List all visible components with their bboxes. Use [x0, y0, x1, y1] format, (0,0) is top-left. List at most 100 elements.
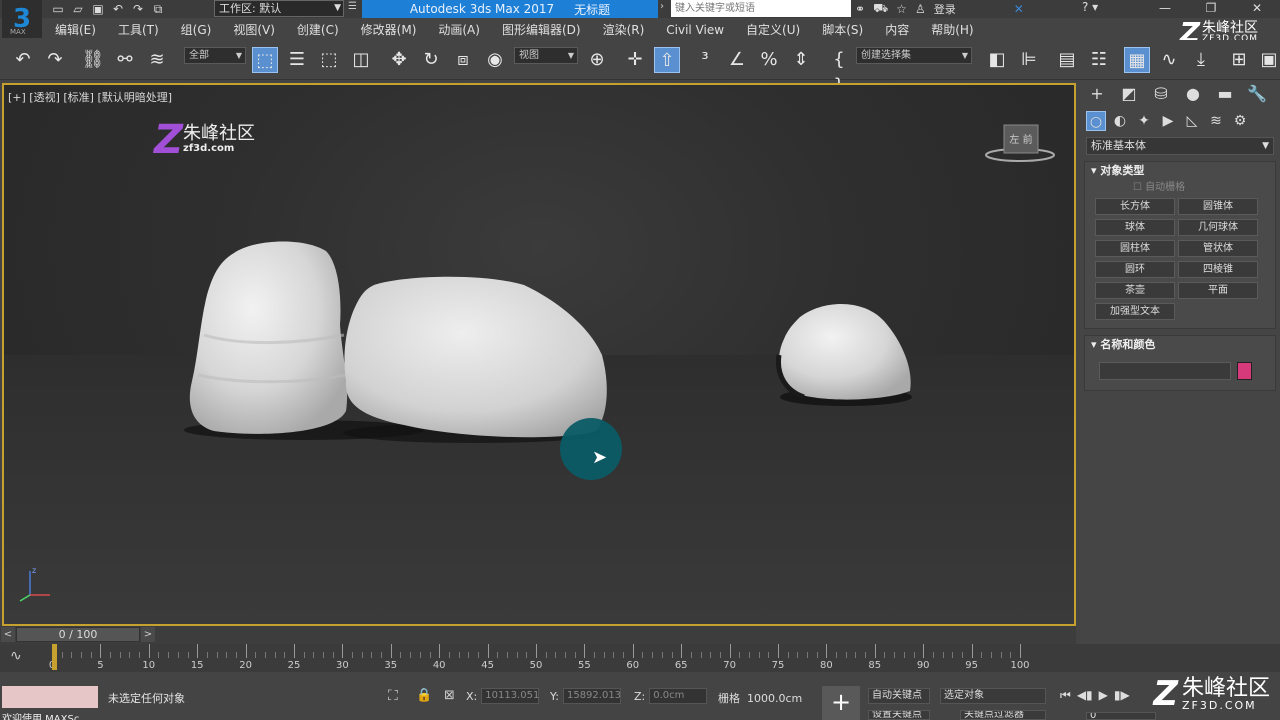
menu-expand-icon[interactable]: ☰: [348, 1, 357, 12]
rotate-icon[interactable]: ↻: [418, 47, 444, 73]
chevron-right-icon[interactable]: ›: [660, 1, 664, 12]
modify-tab-icon[interactable]: ◩: [1118, 83, 1140, 105]
shapes-icon[interactable]: ◐: [1110, 111, 1130, 131]
render-frame-icon[interactable]: ▣: [1256, 47, 1280, 73]
object-name-input[interactable]: [1099, 362, 1231, 380]
systems-icon[interactable]: ⚙: [1230, 111, 1250, 131]
next-frame-icon[interactable]: ▮▶: [1114, 688, 1130, 703]
cameras-icon[interactable]: ▶: [1158, 111, 1178, 131]
redo-icon[interactable]: ↷: [42, 47, 68, 73]
scene-explorer-icon[interactable]: ▤: [1054, 47, 1080, 73]
menu-item[interactable]: 脚本(S): [811, 21, 874, 38]
lock-icon[interactable]: 🔒: [416, 688, 432, 703]
chevron-left-icon[interactable]: <: [1, 627, 15, 642]
current-frame-input[interactable]: 0: [1086, 712, 1156, 720]
menu-item[interactable]: 创建(C): [286, 21, 350, 38]
mirror-icon[interactable]: ◧: [984, 47, 1010, 73]
user-icon[interactable]: ♙: [915, 2, 926, 16]
binoculars-icon[interactable]: ⚭: [855, 2, 865, 16]
primitive-button[interactable]: 长方体: [1095, 198, 1175, 215]
primitive-button[interactable]: 加强型文本: [1095, 303, 1175, 320]
exchange-icon[interactable]: ✕: [1014, 2, 1024, 16]
spinner-snap-icon[interactable]: ⇕: [788, 47, 814, 73]
perspective-viewport[interactable]: [+] [透视] [标准] [默认明暗处理] Z 朱峰社区 zf3d.com 左…: [2, 83, 1076, 626]
select-manipulate-icon[interactable]: ✛: [622, 47, 648, 73]
new-file-icon[interactable]: ▭: [50, 1, 66, 17]
workspace-dropdown[interactable]: 工作区: 默认 ▼: [214, 0, 344, 17]
reference-coordinate-dropdown[interactable]: 视图 ▼: [514, 47, 578, 64]
project-folder-icon[interactable]: ⧉: [150, 1, 166, 17]
geometry-icon[interactable]: ○: [1086, 111, 1106, 131]
auto-key-button[interactable]: 自动关键点: [868, 688, 930, 704]
primitive-button[interactable]: 四棱锥: [1178, 261, 1258, 278]
cart-icon[interactable]: ⛟: [873, 1, 888, 17]
y-coordinate-input[interactable]: 15892.013: [562, 688, 621, 704]
angle-snap-icon[interactable]: ∠: [724, 47, 750, 73]
primitive-button[interactable]: 圆柱体: [1095, 240, 1175, 257]
playhead[interactable]: [52, 644, 57, 670]
menu-item[interactable]: 自定义(U): [735, 21, 811, 38]
time-slider[interactable]: 0 / 100: [16, 627, 140, 642]
display-tab-icon[interactable]: ▬: [1214, 83, 1236, 105]
scale-icon[interactable]: ⧈: [450, 47, 476, 73]
primitive-button[interactable]: 平面: [1178, 282, 1258, 299]
key-mode-dropdown[interactable]: 选定对象: [940, 688, 1046, 704]
track-bar[interactable]: 0510152025303540455055606570758085909510…: [0, 644, 1280, 672]
menu-item[interactable]: 工具(T): [107, 21, 170, 38]
isolate-selection-icon[interactable]: ⛶: [388, 688, 398, 704]
named-selection-set-dropdown[interactable]: 创建选择集 ▼: [856, 47, 972, 64]
placement-icon[interactable]: ◉: [482, 47, 508, 73]
x-coordinate-input[interactable]: 10113.051: [481, 688, 539, 704]
helpers-icon[interactable]: ◺: [1182, 111, 1202, 131]
menu-item[interactable]: 修改器(M): [350, 21, 428, 38]
edit-named-selection-icon[interactable]: { }: [826, 47, 852, 96]
lights-icon[interactable]: ✦: [1134, 111, 1154, 131]
bind-space-warp-icon[interactable]: ≋: [144, 47, 170, 73]
help-icon[interactable]: ? ▾: [1082, 0, 1112, 18]
space-warps-icon[interactable]: ≋: [1206, 111, 1226, 131]
save-file-icon[interactable]: ▣: [90, 1, 106, 17]
viewcube[interactable]: 左 前: [984, 121, 1056, 163]
menu-item[interactable]: 编辑(E): [44, 21, 107, 38]
primitive-button[interactable]: 圆锥体: [1178, 198, 1258, 215]
undo-icon[interactable]: ↶: [10, 47, 36, 73]
window-crossing-icon[interactable]: ◫: [348, 47, 374, 73]
motion-tab-icon[interactable]: ●: [1182, 83, 1204, 105]
redo-icon[interactable]: ↷: [130, 1, 146, 17]
selection-filter-dropdown[interactable]: 全部 ▼: [184, 47, 246, 64]
maxscript-listener[interactable]: [2, 686, 98, 708]
login-label[interactable]: 登录: [934, 1, 956, 17]
menu-item[interactable]: 图形编辑器(D): [491, 21, 592, 38]
primitive-button[interactable]: 几何球体: [1178, 219, 1258, 236]
menu-item[interactable]: 帮助(H): [920, 21, 984, 38]
select-object-button[interactable]: ⬚: [252, 47, 278, 73]
primitive-button[interactable]: 茶壶: [1095, 282, 1175, 299]
ribbon-toggle-icon[interactable]: ▦: [1124, 47, 1150, 73]
object-type-header[interactable]: ▾ 对象类型: [1085, 162, 1275, 180]
menu-item[interactable]: 动画(A): [427, 21, 491, 38]
unlink-icon[interactable]: ⚯: [112, 47, 138, 73]
search-input[interactable]: 键入关键字或短语: [671, 0, 851, 17]
menu-item[interactable]: 渲染(R): [592, 21, 656, 38]
menu-item[interactable]: 内容: [874, 21, 920, 38]
autogrid-checkbox[interactable]: ☐ 自动栅格: [1085, 180, 1275, 196]
rock-object-3[interactable]: [778, 303, 911, 400]
curve-editor-icon[interactable]: ∿: [1156, 47, 1182, 73]
star-icon[interactable]: ☆: [896, 2, 907, 16]
create-tab-icon[interactable]: +: [1086, 83, 1108, 105]
menu-item[interactable]: 视图(V): [222, 21, 286, 38]
select-by-name-icon[interactable]: ☰: [284, 47, 310, 73]
percent-snap-icon[interactable]: %: [756, 47, 782, 73]
menu-item[interactable]: 组(G): [170, 21, 223, 38]
set-key-button[interactable]: +: [822, 686, 860, 720]
z-coordinate-input[interactable]: 0.0cm: [649, 688, 708, 704]
undo-icon[interactable]: ↶: [110, 1, 126, 17]
layer-explorer-icon[interactable]: ☷: [1086, 47, 1112, 73]
geometry-category-dropdown[interactable]: 标准基本体 ▼: [1086, 137, 1274, 155]
keyboard-shortcut-override-icon[interactable]: ⇧: [654, 47, 680, 73]
play-icon[interactable]: ▶: [1099, 688, 1108, 703]
schematic-view-icon[interactable]: ⤓: [1188, 47, 1214, 73]
app-logo[interactable]: 3 MAX: [2, 0, 42, 38]
rectangular-selection-icon[interactable]: ⬚: [316, 47, 342, 73]
move-icon[interactable]: ✥: [386, 47, 412, 73]
